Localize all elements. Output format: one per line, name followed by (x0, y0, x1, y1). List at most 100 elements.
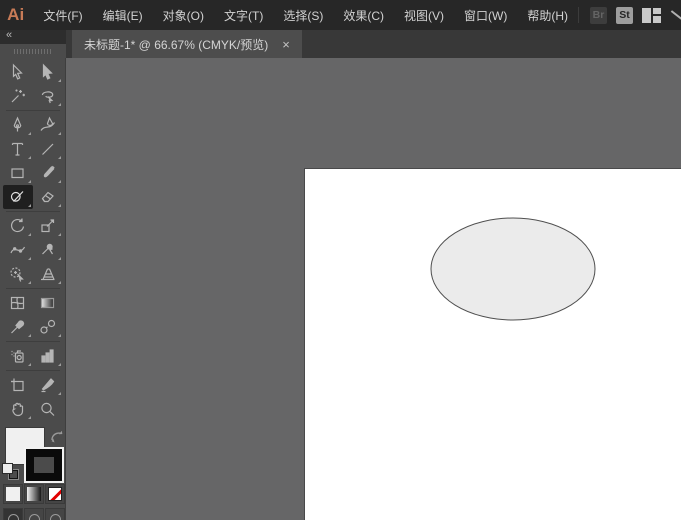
none-button[interactable] (45, 484, 65, 504)
paintbrush-icon (38, 164, 57, 182)
tool-paintbrush[interactable] (33, 161, 63, 185)
tool-mesh[interactable] (3, 291, 33, 315)
menu-edit[interactable]: 编辑(E) (93, 0, 153, 32)
pen-icon (8, 116, 27, 134)
tool-width[interactable] (3, 238, 33, 262)
rotate-icon (8, 217, 27, 235)
swap-fill-stroke-icon[interactable] (49, 429, 65, 449)
tab-close-icon[interactable]: × (282, 38, 290, 51)
gradient-chip-icon (27, 487, 41, 501)
artboard[interactable] (305, 169, 681, 520)
curvature-tool-icon (38, 116, 57, 134)
tool-direct-selection[interactable] (33, 60, 63, 84)
illustrator-window: Ai 文件(F) 编辑(E) 对象(O) 文字(T) 选择(S) 效果(C) 视… (0, 0, 681, 520)
draw-inside-icon (50, 514, 61, 520)
pasteboard[interactable] (66, 58, 681, 520)
ellipse-shape[interactable] (431, 218, 595, 320)
menu-help[interactable]: 帮助(H) (517, 0, 578, 32)
tool-hand[interactable] (3, 397, 33, 421)
lasso-icon (38, 87, 57, 105)
tool-symbol-sprayer[interactable] (3, 344, 33, 368)
stock-button[interactable]: St (616, 7, 633, 24)
scale-icon (38, 217, 57, 235)
menu-bar: Ai 文件(F) 编辑(E) 对象(O) 文字(T) 选择(S) 效果(C) 视… (0, 0, 681, 30)
column-graph-icon (38, 347, 57, 365)
tool-type[interactable] (3, 137, 33, 161)
document-tab[interactable]: 未标题-1* @ 66.67% (CMYK/预览) × (72, 30, 302, 58)
tool-artboard[interactable] (3, 373, 33, 397)
symbol-sprayer-icon (8, 347, 27, 365)
selection-arrow-icon (8, 63, 27, 81)
artwork-layer (305, 169, 681, 520)
paint-style-buttons (3, 484, 65, 504)
rectangle-icon (8, 164, 27, 182)
tab-row: « 未标题-1* @ 66.67% (CMYK/预览) × (0, 30, 681, 58)
tool-column-graph[interactable] (33, 344, 63, 368)
color-button[interactable] (3, 484, 23, 504)
tools-separator (6, 370, 60, 371)
hand-icon (8, 400, 27, 418)
document-tab-title: 未标题-1* @ 66.67% (CMYK/预览) (84, 36, 268, 53)
tool-eyedropper[interactable] (3, 315, 33, 339)
tool-puppet-warp[interactable] (33, 238, 63, 262)
tool-selection[interactable] (3, 60, 33, 84)
tool-curvature[interactable] (33, 113, 63, 137)
tool-line-segment[interactable] (33, 137, 63, 161)
tool-eraser[interactable] (33, 185, 63, 209)
toolbar-dock-header: « (0, 30, 66, 58)
tool-pen[interactable] (3, 113, 33, 137)
width-tool-icon (8, 241, 27, 259)
menubar-right-cluster: Br St (578, 7, 681, 24)
tools-separator (6, 288, 60, 289)
workspace-switcher-icon[interactable] (642, 8, 661, 23)
tool-gradient[interactable] (33, 291, 63, 315)
menubar-divider (578, 7, 579, 23)
draw-behind-icon (29, 514, 40, 520)
menu-effect[interactable]: 效果(C) (333, 0, 394, 32)
color-chip-icon (6, 487, 20, 501)
tool-slice[interactable] (33, 373, 63, 397)
default-fill-stroke-icon[interactable] (3, 464, 18, 479)
menu-list: 文件(F) 编辑(E) 对象(O) 文字(T) 选择(S) 效果(C) 视图(V… (33, 0, 578, 32)
line-segment-icon (38, 140, 57, 158)
stroke-color-swatch[interactable] (24, 447, 64, 483)
tool-scale[interactable] (33, 214, 63, 238)
bridge-button[interactable]: Br (590, 7, 607, 24)
eyedropper-icon (8, 318, 27, 336)
tools-grid (3, 60, 63, 421)
tool-lasso[interactable] (33, 84, 63, 108)
tool-magic-wand[interactable] (3, 84, 33, 108)
menu-file[interactable]: 文件(F) (33, 0, 92, 32)
type-icon (8, 140, 27, 158)
draw-inside-button[interactable] (45, 508, 65, 520)
tool-shaper[interactable] (3, 185, 33, 209)
artboard-icon (8, 376, 27, 394)
panel-grip-handle[interactable] (14, 49, 52, 54)
none-chip-icon (48, 487, 62, 501)
tool-zoom[interactable] (33, 397, 63, 421)
direct-selection-arrow-icon (38, 63, 57, 81)
tool-rotate[interactable] (3, 214, 33, 238)
tool-shape-builder[interactable] (3, 262, 33, 286)
magic-wand-icon (8, 87, 27, 105)
shaper-icon (8, 188, 27, 206)
draw-normal-button[interactable] (3, 508, 23, 520)
menu-type[interactable]: 文字(T) (214, 0, 273, 32)
tools-panel (0, 58, 66, 520)
gradient-button[interactable] (24, 484, 44, 504)
menu-view[interactable]: 视图(V) (394, 0, 454, 32)
draw-behind-button[interactable] (24, 508, 44, 520)
document-tab-strip: 未标题-1* @ 66.67% (CMYK/预览) × (66, 30, 681, 58)
menu-object[interactable]: 对象(O) (153, 0, 214, 32)
tools-separator (6, 341, 60, 342)
menu-select[interactable]: 选择(S) (273, 0, 333, 32)
workspace-chevron-icon[interactable] (671, 10, 681, 20)
tool-blend[interactable] (33, 315, 63, 339)
main-area (0, 58, 681, 520)
tools-separator (6, 110, 60, 111)
draw-normal-icon (8, 514, 19, 520)
drawing-mode-buttons (3, 508, 65, 520)
tool-rectangle[interactable] (3, 161, 33, 185)
tool-perspective-grid[interactable] (33, 262, 63, 286)
menu-window[interactable]: 窗口(W) (454, 0, 517, 32)
